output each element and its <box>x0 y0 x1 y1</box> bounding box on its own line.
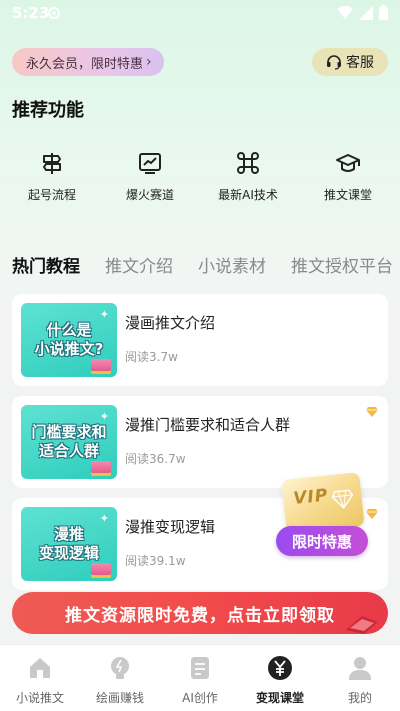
article-read-count: 阅读3.7w <box>125 350 178 364</box>
feature-label: 最新AI技术 <box>218 188 278 202</box>
lightbulb-icon <box>111 657 129 679</box>
book-icon <box>91 359 111 371</box>
sparkle-icon: ✦ <box>99 308 109 321</box>
thumb-text: 什么是 <box>46 321 92 339</box>
signal-icon <box>359 5 373 20</box>
nav-item-mine[interactable]: 我的 <box>320 645 400 711</box>
chevron-right-icon: › <box>146 54 152 70</box>
feature-item-course[interactable]: 推文课堂 <box>298 146 398 206</box>
article-read-count: 阅读39.1w <box>125 554 186 568</box>
home-icon <box>30 658 50 678</box>
premium-diamond-icon <box>366 407 378 417</box>
promo-banner-label: 推文资源限时免费，点击立即领取 <box>65 605 335 626</box>
battery-icon <box>379 5 388 20</box>
feature-grid: 起号流程 爆火赛道 最新AI技术 推文课堂 <box>0 146 400 206</box>
nav-label: 我的 <box>347 691 372 705</box>
graduation-cap-icon <box>336 154 360 172</box>
article-title: 漫推门槛要求和适合人群 <box>125 416 291 434</box>
article-title: 漫推变现逻辑 <box>125 518 216 536</box>
feature-label: 起号流程 <box>27 188 76 202</box>
command-icon <box>237 152 259 174</box>
vip-pill-label: 永久会员，限时特惠 <box>26 56 144 72</box>
feature-label: 爆火赛道 <box>125 188 174 202</box>
vip-floating-promo[interactable]: VIP 限时特惠 <box>276 472 372 564</box>
signpost-icon <box>43 153 61 174</box>
feature-label: 推文课堂 <box>323 188 372 202</box>
person-icon <box>349 657 371 680</box>
wifi-icon <box>337 5 353 19</box>
status-time: 5:23 <box>12 4 50 22</box>
vip-card-text: VIP <box>292 485 330 510</box>
nav-label: 绘画赚钱 <box>95 691 144 705</box>
ribbon-icon <box>346 616 378 634</box>
thumb-text: 小说推文? <box>34 340 104 358</box>
nav-item-ai-creation[interactable]: AI创作 <box>160 645 240 711</box>
nav-label: 小说推文 <box>15 691 64 705</box>
nav-label: AI创作 <box>182 691 218 705</box>
feature-item-hot-track[interactable]: 爆火赛道 <box>100 146 200 206</box>
feature-item-startup-flow[interactable]: 起号流程 <box>2 146 102 206</box>
trend-chart-icon <box>139 153 161 174</box>
vip-card: VIP <box>281 472 365 534</box>
sparkle-icon: ✦ <box>99 512 109 525</box>
tutorial-tabs: 热门教程 推文介绍 小说素材 推文授权平台 <box>12 252 400 276</box>
article-card[interactable]: ✦ 什么是 小说推文? 漫画推文介绍 阅读3.7w <box>12 294 388 386</box>
bottom-navigation: 小说推文 绘画赚钱 AI创作 变现课堂 我的 <box>0 644 400 711</box>
vip-membership-pill[interactable]: 永久会员，限时特惠 › <box>12 48 164 76</box>
document-icon <box>191 657 209 679</box>
feature-item-ai-tech[interactable]: 最新AI技术 <box>198 146 298 206</box>
gear-icon <box>48 7 60 19</box>
customer-service-button[interactable]: 客服 <box>312 48 388 76</box>
nav-item-monetization-class[interactable]: 变现课堂 <box>240 645 320 711</box>
status-indicators <box>337 5 388 20</box>
thumb-text: 门槛要求和 <box>31 423 107 441</box>
vip-limited-offer-badge: 限时特惠 <box>276 526 368 556</box>
tab-hot-tutorials[interactable]: 热门教程 <box>12 252 80 276</box>
nav-label: 变现课堂 <box>255 691 304 705</box>
article-thumbnail: ✦ 漫推 变现逻辑 <box>21 507 117 581</box>
article-thumbnail: ✦ 门槛要求和 适合人群 <box>21 405 117 479</box>
tab-authorization-platform[interactable]: 推文授权平台 <box>291 252 393 276</box>
yen-icon <box>268 656 292 680</box>
book-icon <box>91 563 111 575</box>
gem-icon <box>331 489 354 510</box>
service-label: 客服 <box>346 55 374 71</box>
nav-item-novel-promo[interactable]: 小说推文 <box>0 645 80 711</box>
tab-intro[interactable]: 推文介绍 <box>105 252 173 276</box>
article-title: 漫画推文介绍 <box>125 314 216 332</box>
nav-item-drawing-earn[interactable]: 绘画赚钱 <box>80 645 160 711</box>
sparkle-icon: ✦ <box>99 410 109 423</box>
status-bar: 5:23 <box>0 0 400 28</box>
recommend-section-title: 推荐功能 <box>12 100 84 121</box>
thumb-text: 适合人群 <box>38 442 99 460</box>
article-read-count: 阅读36.7w <box>125 452 186 466</box>
free-resources-banner[interactable]: 推文资源限时免费，点击立即领取 <box>12 592 388 634</box>
article-thumbnail: ✦ 什么是 小说推文? <box>21 303 117 377</box>
tab-novel-material[interactable]: 小说素材 <box>198 252 266 276</box>
thumb-text: 漫推 <box>53 525 84 543</box>
thumb-text: 变现逻辑 <box>38 544 99 562</box>
headset-icon <box>327 55 341 70</box>
book-icon <box>91 461 111 473</box>
